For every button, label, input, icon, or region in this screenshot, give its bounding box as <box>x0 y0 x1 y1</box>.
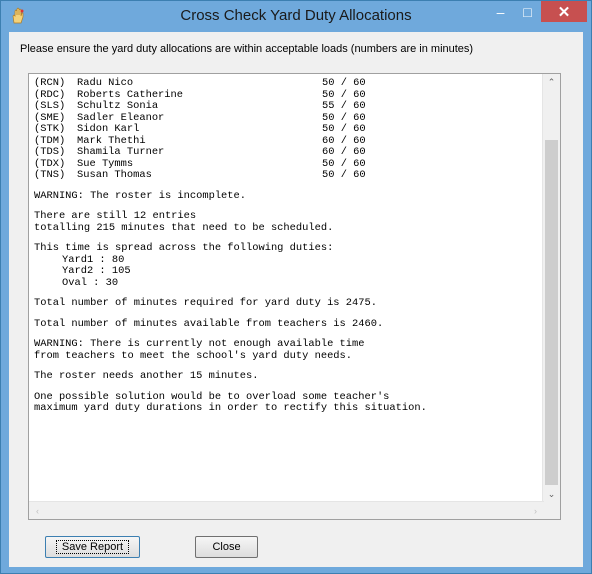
maximize-button[interactable]: □ <box>514 1 541 22</box>
vertical-scrollbar[interactable]: ⌃ ⌄ <box>542 74 560 503</box>
suggested-solution: One possible solution would be to overlo… <box>34 391 539 415</box>
save-report-label: Save Report <box>55 540 130 554</box>
duty-item: Oval : 30 <box>62 276 119 289</box>
duty-item: Yard2 : 105 <box>62 265 131 277</box>
total-required: Total number of minutes required for yar… <box>34 297 377 309</box>
teacher-name: Radu Nico <box>77 77 134 89</box>
teacher-name: Sidon Karl <box>77 123 140 135</box>
allocation-row: (TNS) Susan Thomas 50 / 60 <box>34 169 539 182</box>
teacher-name: Schultz Sonia <box>77 100 159 112</box>
chevron-up-icon[interactable]: ⌃ <box>543 74 560 91</box>
duty-load: 50 / 60 <box>322 169 366 181</box>
minimize-button[interactable]: – <box>487 1 514 22</box>
scrollbar-thumb[interactable] <box>545 140 558 485</box>
report-line: from teachers to meet the school's yard … <box>34 349 353 362</box>
needs-more-minutes: The roster needs another 15 minutes. <box>34 370 259 382</box>
horizontal-scrollbar[interactable]: ‹ › <box>29 501 544 519</box>
duty-load: 60 / 60 <box>322 134 366 147</box>
duty-load: 50 / 60 <box>322 157 366 170</box>
teacher-code: (STK) <box>34 123 66 135</box>
allocation-row: (TDS) Shamila Turner 60 / 60 <box>34 146 539 159</box>
warning-time: WARNING: There is currently not enough a… <box>34 338 539 362</box>
save-report-button[interactable]: Save Report <box>45 536 140 558</box>
close-window-button[interactable]: ✕ <box>541 1 587 22</box>
total-available: Total number of minutes available from t… <box>34 317 384 330</box>
report-line: maximum yard duty durations in order to … <box>34 402 427 414</box>
duty-load: 55 / 60 <box>322 100 366 112</box>
teacher-code: (TDS) <box>34 146 66 158</box>
teacher-name: Susan Thomas <box>77 169 152 181</box>
remaining-entries: There are still 12 entries totalling 215… <box>34 210 539 234</box>
report-textbox[interactable]: (RCN) Radu Nico 50 / 60 (RDC) Roberts Cather… <box>28 73 561 520</box>
title-bar[interactable]: Cross Check Yard Duty Allocations – □ ✕ <box>1 1 591 31</box>
instruction-text: Please ensure the yard duty allocations … <box>20 43 474 55</box>
allocation-row: (SLS) Schultz Sonia 55 / 60 <box>34 100 539 113</box>
allocation-row: (STK) Sidon Karl 50 / 60 <box>34 123 539 136</box>
chevron-left-icon[interactable]: ‹ <box>29 502 46 519</box>
report-content: (RCN) Radu Nico 50 / 60 (RDC) Roberts Cather… <box>34 77 539 415</box>
report-line: totalling 215 minutes that need to be sc… <box>34 221 334 234</box>
duty-load: 50 / 60 <box>322 123 366 135</box>
warning-incomplete: WARNING: The roster is incomplete. <box>34 189 247 202</box>
teacher-code: (SLS) <box>34 100 66 112</box>
teacher-code: (TNS) <box>34 169 66 181</box>
chevron-down-icon[interactable]: ⌄ <box>543 486 560 503</box>
chevron-right-icon[interactable]: › <box>527 502 544 519</box>
allocation-row: (RCN) Radu Nico 50 / 60 <box>34 77 539 90</box>
teacher-name: Shamila Turner <box>77 146 165 158</box>
duty-load: 50 / 60 <box>322 77 366 89</box>
duty-load: 50 / 60 <box>322 111 366 124</box>
report-line: This time is spread across the following… <box>34 242 334 254</box>
duty-load: 60 / 60 <box>322 146 366 158</box>
duty-breakdown: This time is spread across the following… <box>34 242 539 289</box>
scrollbar-corner <box>543 502 560 519</box>
report-line: There are still 12 entries <box>34 210 197 222</box>
duty-load: 50 / 60 <box>322 88 366 101</box>
allocation-list: (RCN) Radu Nico 50 / 60 (RDC) Roberts Cather… <box>34 77 539 182</box>
teacher-code: (RCN) <box>34 77 66 89</box>
close-button[interactable]: Close <box>195 536 258 558</box>
report-line: WARNING: There is currently not enough a… <box>34 338 365 350</box>
